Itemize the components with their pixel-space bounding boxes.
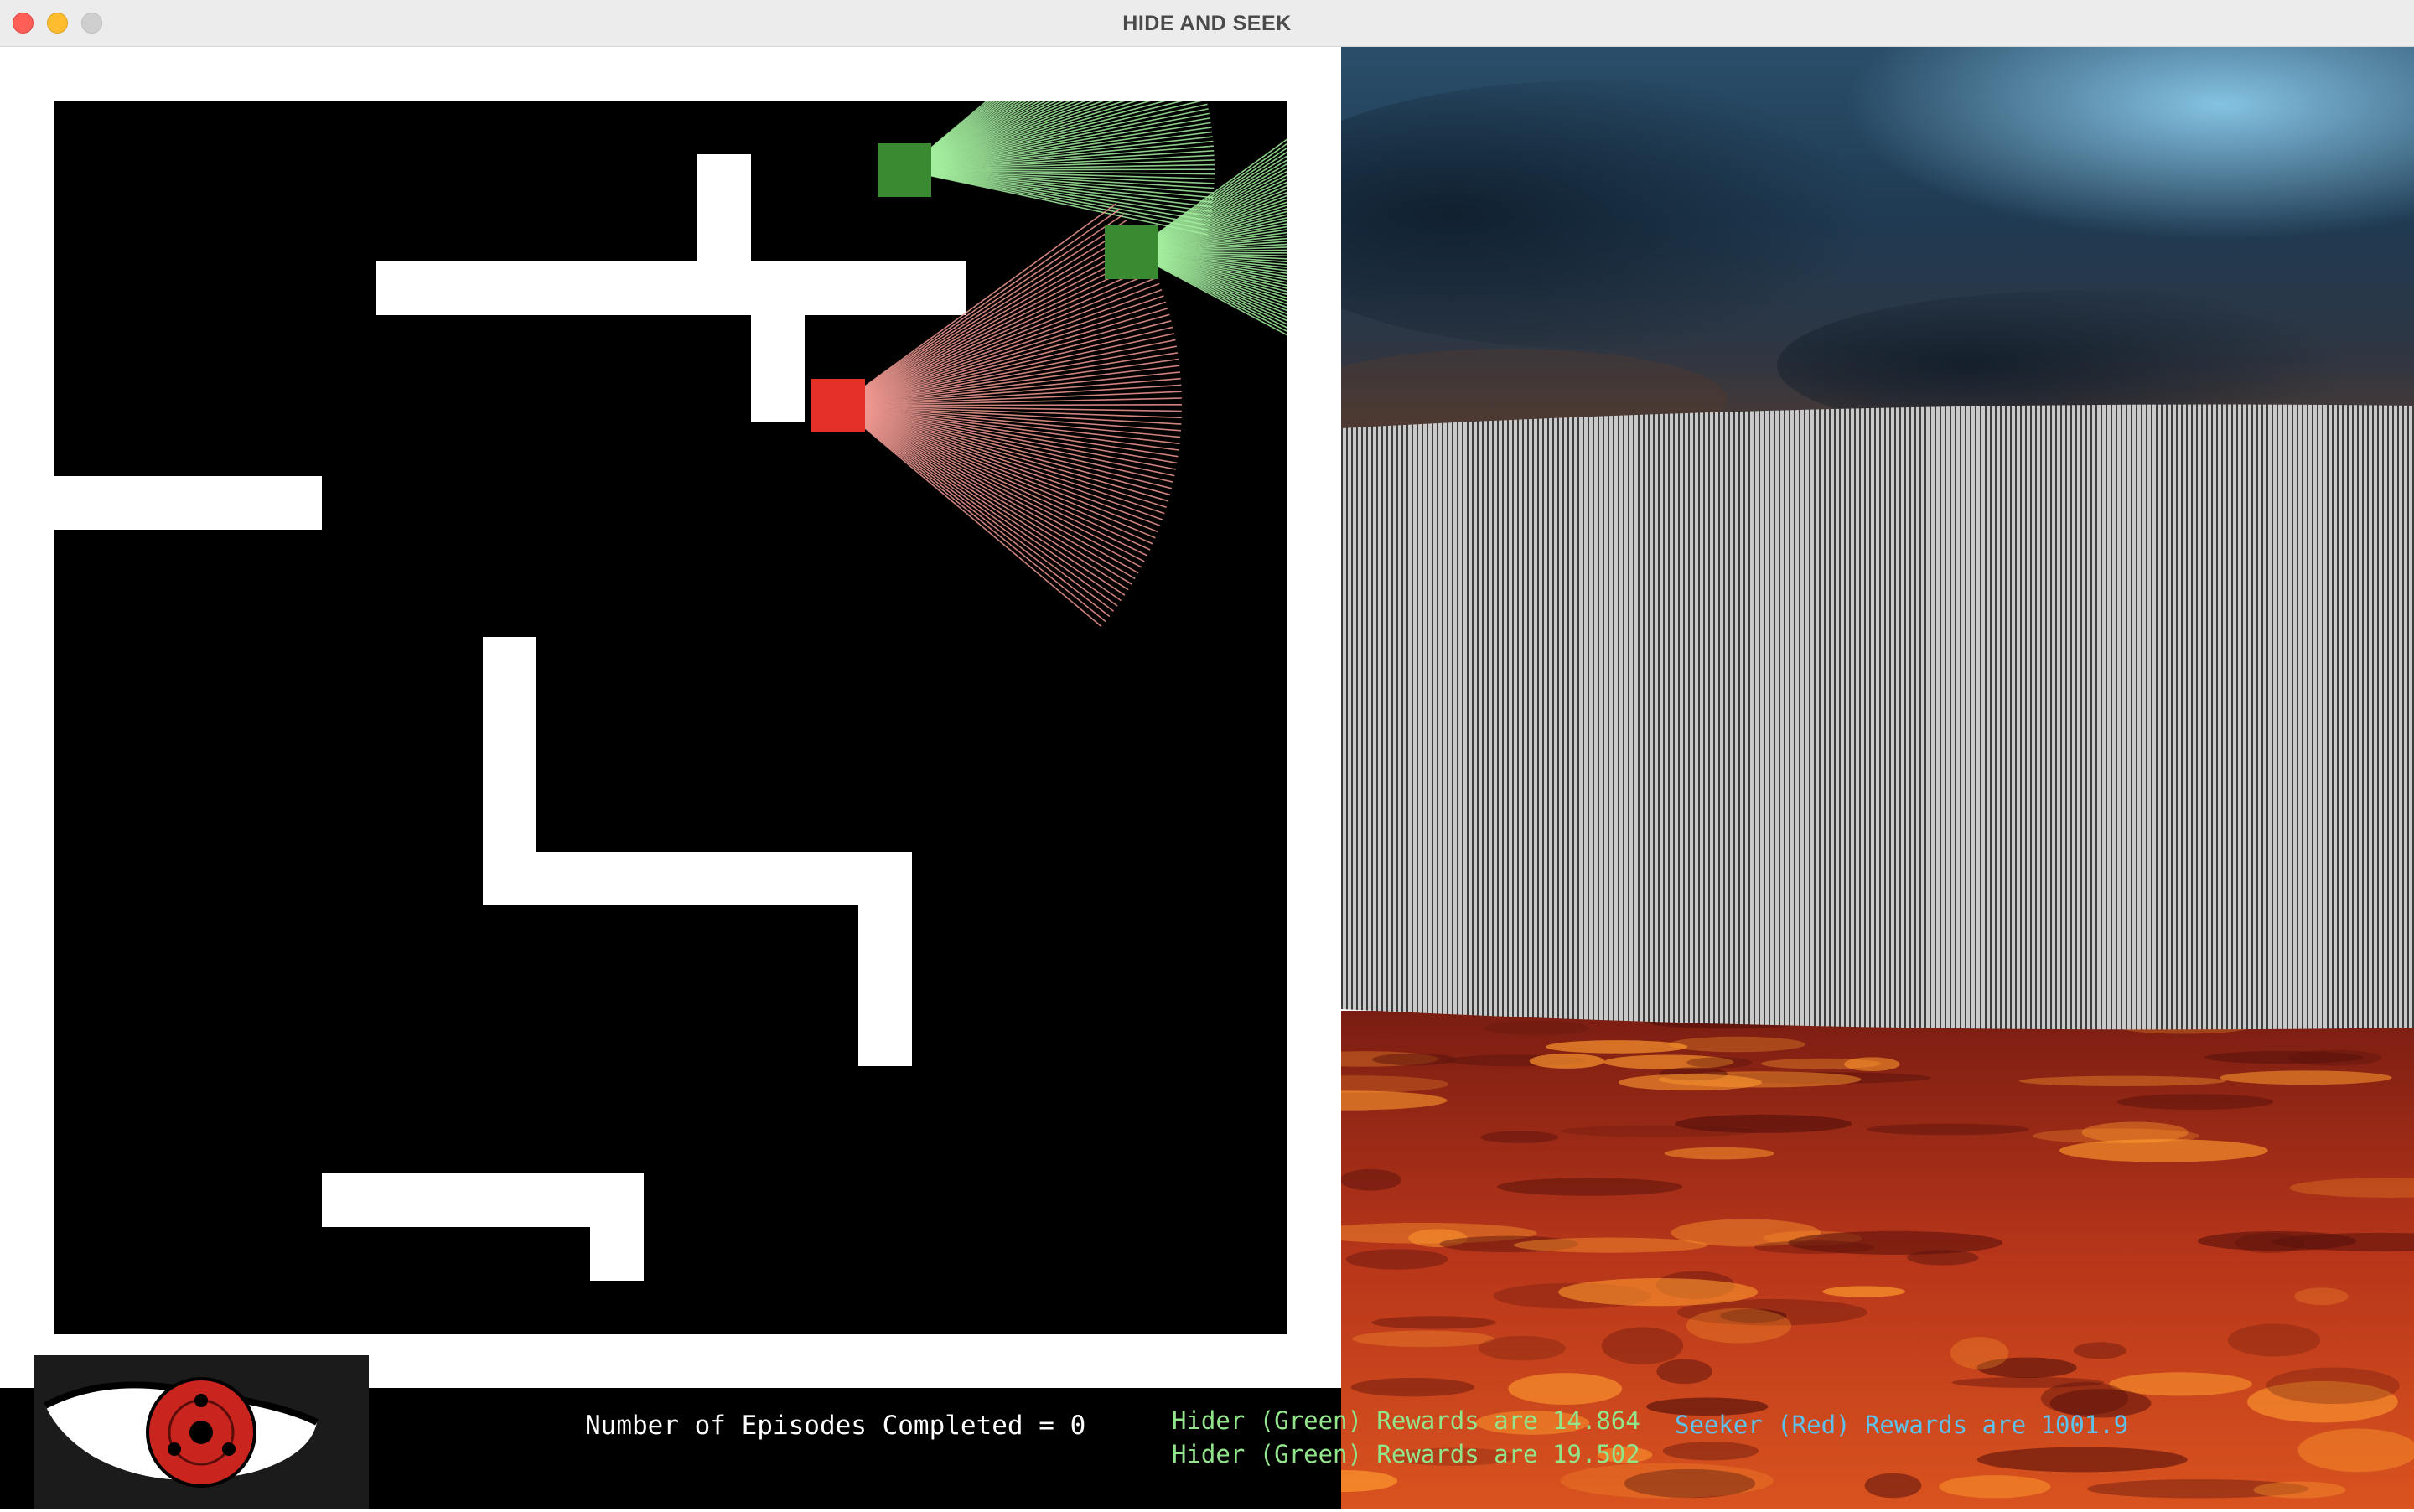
hider-reward-2: Hider (Green) Rewards are 19.502 bbox=[1172, 1440, 1640, 1468]
lava-patch bbox=[1601, 1327, 1684, 1364]
lava-patch bbox=[1371, 1316, 1496, 1329]
lava-patch bbox=[2287, 1049, 2382, 1066]
first-person-view bbox=[1341, 47, 2414, 1509]
lava-patch bbox=[1529, 1054, 1605, 1069]
logo-panel bbox=[34, 1355, 369, 1509]
lava-patch bbox=[1372, 1053, 1458, 1066]
lava-patch bbox=[1352, 1330, 1495, 1348]
lava-patch bbox=[1345, 1249, 1448, 1270]
lava-patch bbox=[2018, 1075, 2227, 1086]
lava-patch bbox=[1350, 1377, 1475, 1397]
wall bbox=[590, 1227, 644, 1281]
lava-patch bbox=[2033, 1128, 2200, 1144]
lava-patch bbox=[2253, 1481, 2346, 1499]
wall bbox=[376, 261, 966, 315]
striped-wall bbox=[1341, 404, 2414, 1030]
arena-panel bbox=[0, 47, 1341, 1388]
lava-patch bbox=[1484, 1020, 1590, 1036]
window-title: HIDE AND SEEK bbox=[1122, 12, 1292, 35]
wall bbox=[858, 905, 912, 1066]
tomoe bbox=[168, 1442, 181, 1456]
lava-patch bbox=[1950, 1337, 2009, 1370]
wall bbox=[322, 1173, 644, 1227]
wall bbox=[697, 154, 751, 261]
lava-patch bbox=[2227, 1323, 2321, 1357]
hider-agent bbox=[878, 143, 931, 197]
lava-patch bbox=[1497, 1178, 1683, 1196]
tomoe bbox=[222, 1442, 236, 1456]
lava-patch bbox=[1822, 1286, 1906, 1297]
arena-map bbox=[0, 101, 1287, 1334]
wall bbox=[0, 476, 322, 530]
pupil bbox=[189, 1421, 213, 1444]
episodes-counter: Number of Episodes Completed = 0 bbox=[585, 1411, 1086, 1441]
sharingan-eye-icon bbox=[44, 1377, 319, 1488]
lava-patch bbox=[1668, 1036, 1805, 1053]
lava-patch bbox=[1844, 1057, 1900, 1072]
lava-patch bbox=[2294, 1287, 2349, 1306]
lava-patch bbox=[2297, 1428, 2414, 1473]
lava-patch bbox=[2116, 1094, 2273, 1111]
lava-patch bbox=[1480, 1131, 1559, 1143]
first-person-render bbox=[1341, 47, 2414, 1509]
wall bbox=[483, 852, 912, 905]
lava-patch bbox=[1558, 1278, 1759, 1307]
lava-patch bbox=[1864, 1473, 1922, 1499]
lava-patch bbox=[2266, 1367, 2400, 1404]
lava-patch bbox=[1754, 1240, 1874, 1254]
lava-patch bbox=[1686, 1057, 1753, 1069]
lava-patch bbox=[2235, 1233, 2305, 1254]
lava-patch bbox=[2073, 1342, 2126, 1359]
lava-patch bbox=[1866, 1123, 2030, 1136]
lava-patch bbox=[1665, 1147, 1774, 1160]
lava-patch bbox=[1560, 1125, 1757, 1137]
lava-patch bbox=[1656, 1359, 1712, 1385]
lava-patch bbox=[1618, 1074, 1763, 1091]
lava-patch bbox=[1686, 1307, 1792, 1344]
lava-patch bbox=[1513, 1237, 1708, 1253]
lava-patch bbox=[1546, 1040, 1688, 1054]
lava-patch bbox=[2219, 1070, 2392, 1085]
hider-agent bbox=[1105, 225, 1158, 279]
tomoe bbox=[194, 1394, 208, 1407]
title-bar: HIDE AND SEEK bbox=[0, 0, 2414, 47]
hider-reward-1: Hider (Green) Rewards are 14.864 bbox=[1172, 1406, 1640, 1435]
lava-patch bbox=[1976, 1447, 2188, 1473]
seeker-reward: Seeker (Red) Rewards are 1001.9 bbox=[1675, 1411, 2129, 1439]
seeker-agent bbox=[811, 379, 865, 432]
lava-patch bbox=[1478, 1335, 1566, 1361]
lava-patch bbox=[1662, 1442, 1759, 1461]
wall bbox=[751, 315, 805, 422]
lava-patch bbox=[1939, 1475, 2051, 1499]
lava-patch bbox=[1508, 1373, 1623, 1405]
lava-patch bbox=[1341, 1168, 1401, 1191]
